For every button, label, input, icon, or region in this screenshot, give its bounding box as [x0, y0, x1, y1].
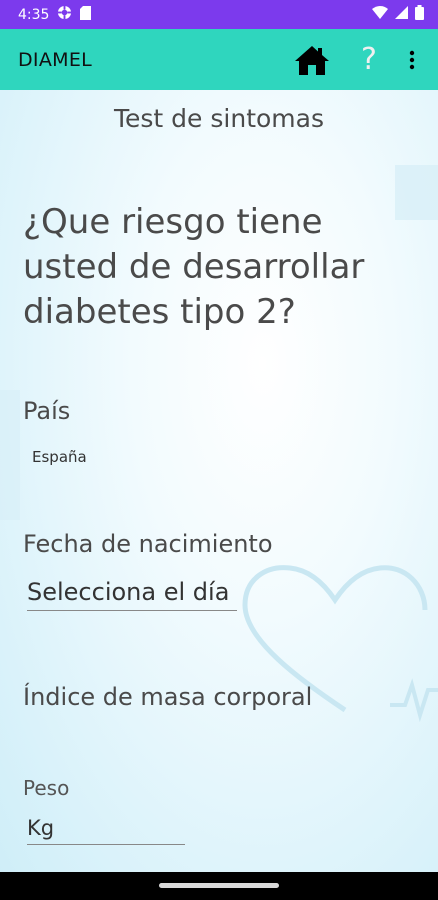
- weight-input[interactable]: Kg: [27, 816, 185, 845]
- status-bar: 4:35: [0, 0, 438, 29]
- battery-icon: [415, 5, 424, 24]
- weight-label: Peso: [23, 776, 70, 800]
- sim-card-icon: [80, 5, 92, 24]
- status-time: 4:35: [18, 6, 50, 23]
- wifi-icon: [372, 6, 388, 23]
- country-value[interactable]: España: [32, 448, 87, 466]
- question-mark-icon: ?: [361, 42, 377, 77]
- more-vertical-icon: [409, 50, 415, 69]
- birthdate-label: Fecha de nacimiento: [23, 530, 273, 558]
- app-bar: DIAMEL ?: [0, 29, 438, 90]
- home-icon: [295, 45, 329, 75]
- help-button[interactable]: ?: [354, 40, 384, 80]
- gear-circle-icon: [57, 5, 72, 24]
- home-button[interactable]: [292, 40, 332, 80]
- country-label: País: [23, 397, 71, 425]
- signal-icon: [395, 6, 408, 23]
- home-gesture-pill[interactable]: [159, 883, 279, 888]
- birthdate-field[interactable]: Selecciona el día: [27, 578, 237, 611]
- navigation-bar: [0, 872, 438, 900]
- question-heading: ¿Que riesgo tiene usted de desarrollar d…: [23, 202, 365, 332]
- main-content: Test de sintomas ¿Que riesgo tiene usted…: [0, 90, 438, 872]
- more-options-button[interactable]: [404, 40, 420, 80]
- page-subtitle: Test de sintomas: [114, 104, 324, 133]
- app-title: DIAMEL: [18, 48, 93, 71]
- bmi-label: Índice de masa corporal: [23, 683, 313, 711]
